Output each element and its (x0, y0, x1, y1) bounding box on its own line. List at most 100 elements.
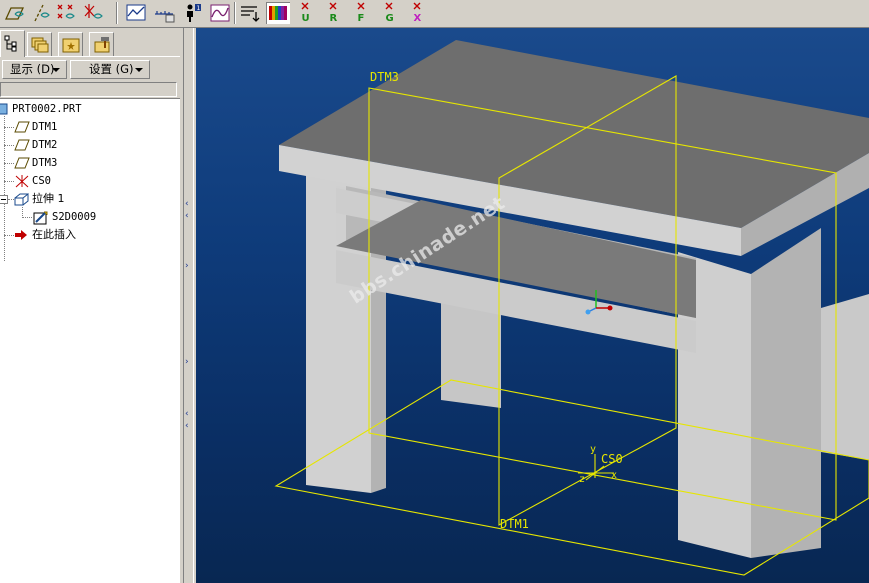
toolbar-separator (234, 2, 236, 24)
splitter-edge (193, 28, 194, 583)
toolbar: 1 U R F G X (0, 0, 869, 28)
collapse-icon[interactable] (0, 195, 8, 204)
datum-axis-display-button[interactable] (28, 2, 52, 24)
tree-item-label: S2D0009 (52, 211, 97, 223)
tree-item-insert-here[interactable]: 在此插入 (0, 227, 178, 243)
tab-layers[interactable] (27, 32, 52, 56)
extrude-icon (14, 193, 29, 206)
tree-filter-bar[interactable] (0, 82, 177, 97)
tree-item-label: DTM3 (32, 157, 58, 169)
curvature-f-button[interactable]: F (350, 2, 374, 24)
svg-text:U: U (302, 13, 310, 24)
tree-item-label: DTM1 (32, 121, 58, 133)
tree-item-dtm3[interactable]: DTM3 (0, 155, 178, 171)
sort-button[interactable] (238, 2, 262, 24)
tab-favorites[interactable] (89, 32, 114, 56)
person-info-icon: 1 (187, 4, 201, 22)
expand-right-icon[interactable]: › (185, 262, 193, 271)
tree-item-extrude-1[interactable]: 拉伸 1 (0, 191, 178, 207)
cross-f-icon: F (358, 2, 365, 24)
show-dropdown-label: 显示 (D) (10, 62, 55, 76)
datum-plane-icon (4, 7, 25, 20)
tree-item-label: CS0 (32, 175, 51, 187)
tree-item-sketch[interactable]: S2D0009 (0, 209, 178, 225)
collapse-left-icon[interactable]: ‹ (185, 200, 193, 209)
graphics-viewport[interactable]: DTM3 DTM1 CS0 y x z bbs.chinade.net (196, 28, 869, 583)
graph-icon (210, 4, 230, 22)
folder-star-icon (62, 38, 80, 53)
datum-label-dtm1[interactable]: DTM1 (500, 517, 529, 531)
collapse-left-icon[interactable]: ‹ (185, 212, 193, 221)
axis-label-y: y (590, 444, 597, 455)
csys-label-cs0[interactable]: CS0 (601, 452, 623, 466)
collapse-left-icon[interactable]: ‹ (185, 410, 193, 419)
tree-structure-icon (4, 35, 17, 52)
part-icon (0, 103, 8, 115)
color-spectrum-icon (269, 6, 287, 20)
table-leg-front-right-side (751, 228, 821, 558)
datum-label-dtm3[interactable]: DTM3 (370, 70, 399, 84)
tree-root-item[interactable]: PRT0002.PRT (0, 101, 178, 117)
datum-plane-display-button[interactable] (2, 2, 26, 24)
tree-item-cs0[interactable]: CS0 (0, 173, 178, 189)
chevron-down-icon (135, 68, 143, 72)
cross-x-icon: X (414, 2, 422, 24)
svg-text:F: F (358, 13, 365, 24)
color-bars-button[interactable] (266, 2, 290, 24)
insert-here-arrow-icon (15, 230, 27, 240)
axis-label-x: x (611, 470, 618, 481)
svg-text:R: R (330, 13, 338, 24)
coordinate-system-icon (84, 4, 103, 19)
graph-button[interactable] (208, 2, 232, 24)
curvature-x-button[interactable]: X (406, 2, 430, 24)
settings-dropdown-label: 设置 (G) (89, 62, 134, 76)
settings-dropdown[interactable]: 设置 (G) (70, 60, 150, 79)
tab-baseline (0, 56, 180, 57)
tree-item-label: 在此插入 (32, 228, 76, 241)
axis-label-z: z (579, 474, 586, 485)
coordinate-system-icon (15, 175, 29, 188)
datum-plane-icon (14, 121, 30, 133)
coordinate-system-display-button[interactable] (82, 2, 106, 24)
layers-folder-icon (31, 37, 49, 53)
datum-point-icon (57, 4, 75, 19)
model-graphics (274, 40, 869, 576)
collapse-left-icon[interactable]: ‹ (185, 422, 193, 431)
tree-item-label: DTM2 (32, 139, 58, 151)
cross-g-icon: G (386, 2, 394, 24)
panel-splitter[interactable]: ‹ ‹ › › ‹ ‹ (180, 28, 196, 583)
curvature-r-button[interactable]: R (322, 2, 346, 24)
cross-u-icon: U (302, 2, 310, 24)
tab-model-tree[interactable] (0, 30, 25, 57)
folder-hammer-icon (94, 37, 110, 53)
tree-root-label: PRT0002.PRT (12, 103, 82, 115)
model-tree-panel: 显示 (D) 设置 (G) PRT0002.PRT DTM1 DTM2 DTM3… (0, 28, 196, 583)
cross-r-icon: R (330, 2, 338, 24)
tree-item-label: 拉伸 1 (32, 192, 65, 205)
tree-item-dtm1[interactable]: DTM1 (0, 119, 178, 135)
sort-lines-icon (241, 6, 260, 22)
datum-plane-icon (14, 157, 30, 169)
curvature-u-button[interactable]: U (294, 2, 318, 24)
chevron-down-icon (52, 68, 60, 72)
model-tree: PRT0002.PRT DTM1 DTM2 DTM3 CS0 拉伸 1 S2D0… (0, 98, 180, 583)
curvature-g-button[interactable]: G (378, 2, 402, 24)
model-info-button[interactable]: 1 (180, 2, 204, 24)
analysis-chart-icon (126, 4, 146, 21)
measure-button[interactable] (152, 2, 176, 24)
svg-text:1: 1 (197, 5, 201, 12)
splitter-edge (183, 28, 184, 583)
expand-right-icon[interactable]: › (185, 358, 193, 367)
show-dropdown[interactable]: 显示 (D) (2, 60, 67, 79)
sketch-icon (33, 211, 48, 225)
table-leg-back-left (441, 298, 501, 408)
tree-item-dtm2[interactable]: DTM2 (0, 137, 178, 153)
datum-plane-icon (14, 139, 30, 151)
datum-point-display-button[interactable] (54, 2, 78, 24)
measure-ruler-icon (155, 11, 175, 23)
tab-folder-browser[interactable] (58, 32, 83, 56)
analysis-button[interactable] (124, 2, 148, 24)
svg-text:G: G (386, 13, 394, 24)
table-leg-back-right (821, 294, 869, 460)
svg-text:X: X (414, 13, 422, 24)
